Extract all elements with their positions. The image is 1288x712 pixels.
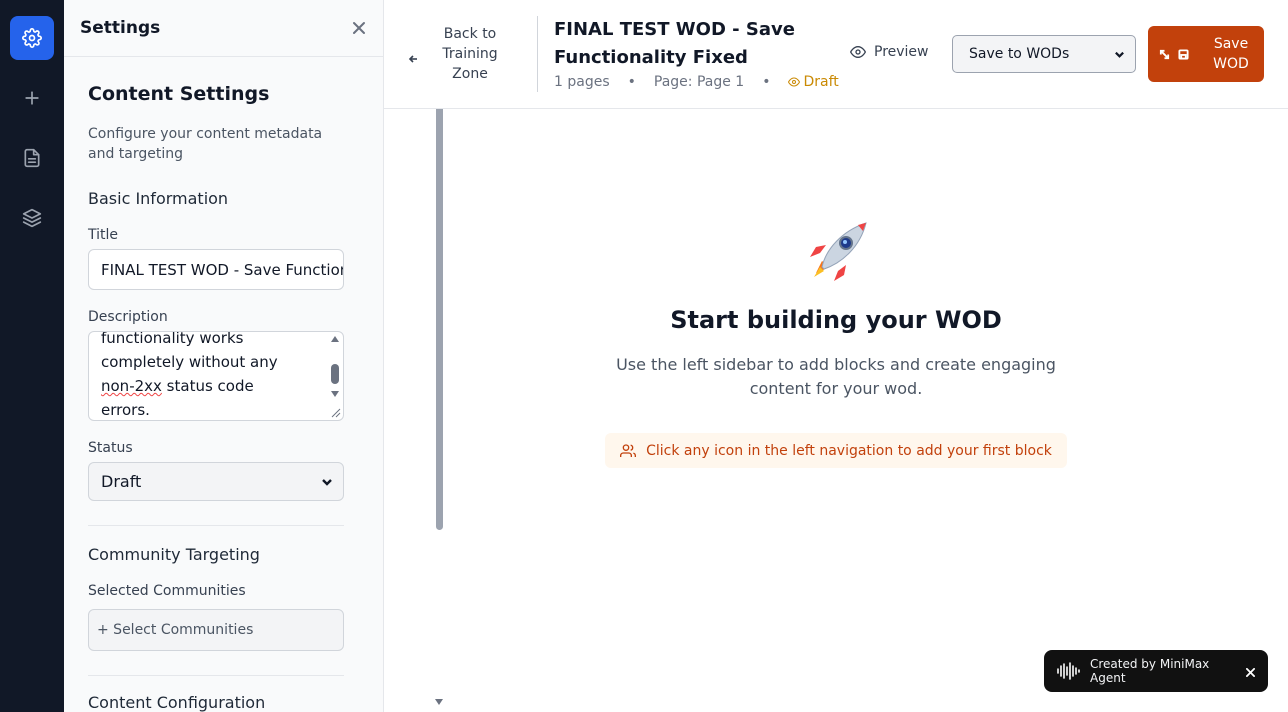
preview-label: Preview — [874, 44, 929, 60]
editor-canvas: Start building your WOD Use the left sid… — [384, 109, 1288, 712]
selected-communities-label: Selected Communities — [88, 583, 246, 599]
settings-panel-body: Content Settings Configure your content … — [64, 57, 368, 712]
document-title: FINAL TEST WOD - Save Functionality Fixe… — [554, 19, 795, 68]
back-to-training-zone-button[interactable]: Back to Training Zone — [408, 24, 510, 84]
close-badge-button[interactable] — [1246, 666, 1256, 677]
community-targeting-heading: Community Targeting — [88, 545, 260, 564]
section-divider — [88, 525, 344, 526]
description-line-rest: status code — [161, 377, 254, 395]
textarea-scroll-down[interactable] — [331, 391, 339, 397]
select-communities-button[interactable]: + Select Communities — [88, 609, 344, 651]
title-input[interactable]: FINAL TEST WOD - Save Functionality Fixe… — [88, 249, 344, 290]
status-badge: Draft — [788, 74, 839, 90]
close-icon — [353, 22, 365, 34]
textarea-scroll-up[interactable] — [331, 336, 339, 342]
arrow-left-icon — [408, 49, 418, 63]
settings-icon — [22, 28, 42, 48]
audio-wave-icon — [1056, 662, 1082, 680]
status-select-value: Draft — [101, 472, 142, 491]
basic-information-heading: Basic Information — [88, 189, 229, 208]
close-icon — [1246, 668, 1256, 677]
status-label: Status — [88, 440, 133, 456]
back-label: Back to Training Zone — [442, 26, 498, 82]
chevron-down-icon — [322, 478, 332, 486]
description-line: errors. — [101, 401, 150, 419]
topbar-divider — [537, 16, 538, 92]
settings-panel-header: Settings — [64, 0, 383, 57]
minimax-badge-text: Created by MiniMax Agent — [1090, 657, 1210, 685]
status-select[interactable]: Draft — [88, 462, 344, 501]
document-meta: 1 pages • Page: Page 1 • Draft — [554, 74, 839, 90]
document-icon — [24, 148, 40, 168]
empty-state-description: Use the left sidebar to add blocks and c… — [616, 355, 1056, 398]
description-text: functionality works completely without a… — [101, 331, 321, 420]
save-button-icons — [1159, 48, 1197, 60]
rail-pages-button[interactable] — [10, 136, 54, 180]
meta-separator: • — [627, 74, 636, 90]
rail-settings-button[interactable] — [10, 16, 54, 60]
expand-icon — [1159, 49, 1170, 59]
save-wod-label: Save WOD — [1213, 36, 1249, 72]
textarea-scroll-thumb[interactable] — [331, 364, 339, 384]
meta-separator: • — [762, 74, 771, 90]
rail-layers-button[interactable] — [10, 196, 54, 240]
description-label: Description — [88, 309, 168, 325]
status-badge-label: Draft — [803, 74, 839, 90]
resize-handle-icon[interactable] — [329, 406, 341, 418]
eye-icon — [788, 77, 801, 87]
save-icon — [1178, 48, 1189, 60]
layers-icon — [22, 208, 42, 228]
description-line: completely without any — [101, 353, 278, 371]
save-target-value: Save to WODs — [969, 46, 1070, 62]
rail-add-button[interactable] — [10, 76, 54, 120]
empty-state-title: Start building your WOD — [670, 306, 1002, 334]
section-divider — [88, 675, 344, 676]
current-page: Page: Page 1 — [653, 74, 745, 90]
title-label: Title — [88, 227, 119, 243]
description-textarea[interactable]: functionality works completely without a… — [88, 331, 344, 421]
content-configuration-heading: Content Configuration — [88, 693, 266, 712]
description-line: non-2xx status code — [101, 374, 321, 398]
rocket-icon — [810, 222, 867, 281]
minimax-badge[interactable]: Created by MiniMax Agent — [1044, 650, 1268, 692]
users-icon — [620, 443, 637, 457]
icon-rail — [0, 0, 64, 712]
settings-panel: Settings Content Settings Configure your… — [64, 0, 443, 712]
empty-state-hint-text: Click any icon in the left navigation to… — [646, 442, 1052, 459]
plus-icon — [25, 91, 39, 105]
save-target-select[interactable]: Save to WODs — [952, 35, 1136, 73]
preview-button[interactable]: Preview — [850, 44, 929, 60]
close-settings-button[interactable] — [351, 20, 367, 36]
empty-state-hint: Click any icon in the left navigation to… — [605, 433, 1067, 468]
content-settings-title: Content Settings — [88, 83, 270, 105]
eye-icon — [850, 45, 866, 59]
settings-panel-title: Settings — [80, 18, 161, 38]
page-count: 1 pages — [554, 74, 610, 90]
content-settings-description: Configure your content metadata and targ… — [88, 126, 323, 162]
editor-topbar: Back to Training Zone FINAL TEST WOD - S… — [384, 0, 1288, 109]
description-line: functionality works — [101, 331, 244, 347]
spellcheck-word: non-2xx — [101, 377, 162, 395]
chevron-down-icon — [1115, 51, 1124, 58]
save-wod-button[interactable]: Save WOD — [1148, 26, 1264, 82]
